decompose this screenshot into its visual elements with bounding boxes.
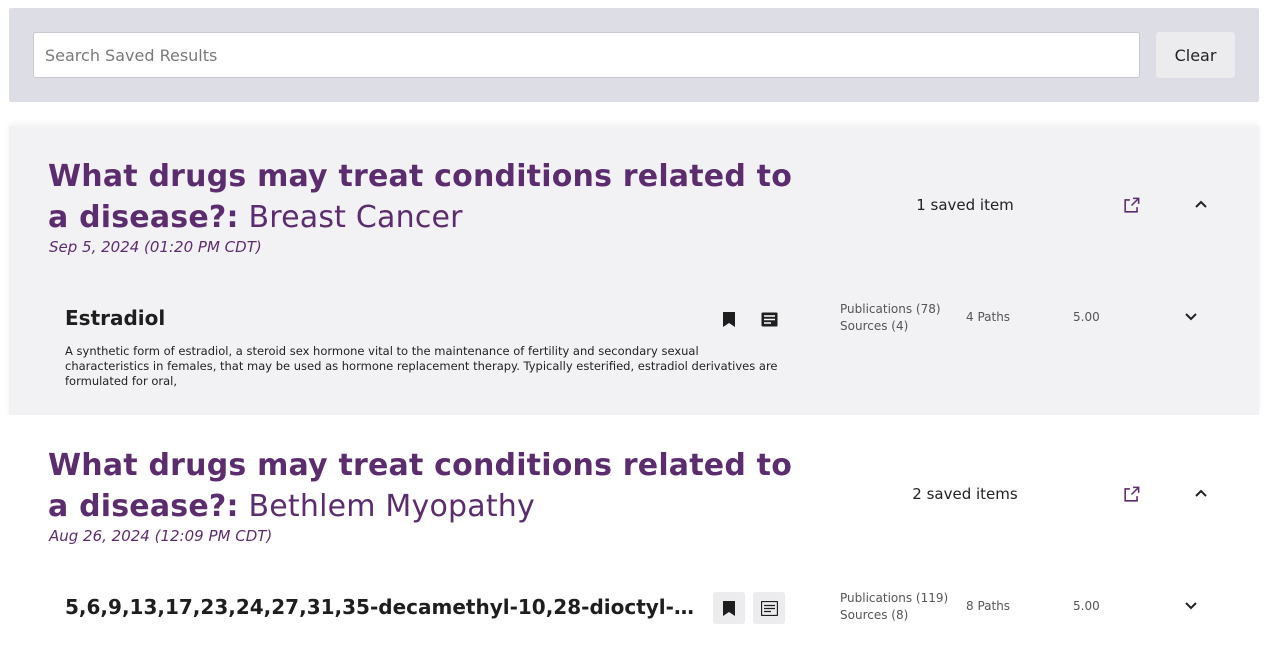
notes-icon[interactable] — [753, 303, 785, 335]
paths-count: 4 Paths — [966, 310, 1011, 324]
search-bar: Clear — [9, 8, 1259, 102]
chevron-down-icon[interactable] — [1179, 304, 1203, 328]
chevron-up-icon[interactable] — [1189, 482, 1213, 506]
paths-count: 8 Paths — [966, 599, 1011, 613]
result-item-row: Estradiol A synthetic form of estradiol,… — [9, 291, 1259, 391]
saved-count: 2 saved items — [912, 485, 1018, 503]
external-link-icon[interactable] — [1119, 482, 1143, 506]
bookmark-icon[interactable] — [713, 303, 745, 335]
chevron-up-icon[interactable] — [1189, 193, 1213, 217]
clear-button[interactable]: Clear — [1156, 32, 1235, 78]
result-item-row: 5,6,9,13,17,23,24,27,31,35-decamethyl-10… — [9, 580, 1259, 640]
bookmark-icon[interactable] — [713, 592, 745, 624]
query-title: What drugs may treat conditions related … — [48, 445, 808, 527]
chevron-down-icon[interactable] — [1179, 593, 1203, 617]
notes-icon[interactable] — [753, 592, 785, 624]
result-item-name[interactable]: Estradiol — [65, 306, 705, 330]
query-date: Sep 5, 2024 (01:20 PM CDT) — [49, 238, 262, 256]
query-disease: Bethlem Myopathy — [248, 489, 535, 524]
result-item-name[interactable]: 5,6,9,13,17,23,24,27,31,35-decamethyl-10… — [65, 595, 705, 619]
publications-count[interactable]: Publications (119) — [840, 591, 948, 605]
external-link-icon[interactable] — [1119, 193, 1143, 217]
result-item-description: A synthetic form of estradiol, a steroid… — [65, 344, 778, 388]
publications-sources[interactable]: Publications (119) Sources (8) — [840, 590, 948, 624]
query-date: Aug 26, 2024 (12:09 PM CDT) — [49, 527, 273, 545]
search-input[interactable] — [33, 32, 1140, 78]
sources-count[interactable]: Sources (4) — [840, 319, 908, 333]
score-value: 5.00 — [1073, 599, 1100, 613]
saved-query-card: What drugs may treat conditions related … — [9, 126, 1259, 415]
score-value: 5.00 — [1073, 310, 1100, 324]
publications-count[interactable]: Publications (78) — [840, 302, 941, 316]
saved-count: 1 saved item — [916, 196, 1014, 214]
publications-sources[interactable]: Publications (78) Sources (4) — [840, 301, 941, 335]
sources-count[interactable]: Sources (8) — [840, 608, 908, 622]
query-disease: Breast Cancer — [248, 200, 463, 235]
query-title: What drugs may treat conditions related … — [48, 156, 808, 238]
saved-query-card: What drugs may treat conditions related … — [9, 415, 1259, 655]
